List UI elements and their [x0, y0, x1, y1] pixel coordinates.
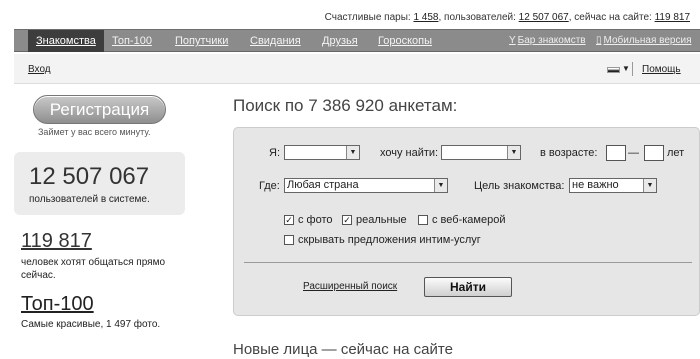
register-button[interactable]: Регистрация [33, 95, 166, 124]
age-to-input[interactable] [644, 145, 664, 161]
photo-checkbox[interactable]: ✓ [284, 215, 294, 225]
nav-item-friends[interactable]: Друзья [322, 35, 358, 47]
i-label: Я: [269, 147, 280, 159]
login-link[interactable]: Вход [28, 64, 51, 75]
goal-label: Цель знакомства: [474, 180, 565, 192]
goal-select-value: не важно [572, 179, 619, 191]
photo-label: с фото [298, 214, 333, 226]
age-label: в возрасте: [540, 147, 598, 159]
online-now-count[interactable]: 119 817 [21, 230, 92, 253]
online-count[interactable]: 119 817 [655, 12, 690, 23]
webcam-label: с веб-камерой [432, 214, 506, 226]
search-panel: Я: ▼ хочу найти: ▼ в возрасте: — лет Где… [233, 127, 700, 316]
nav-item-travel[interactable]: Попутчики [175, 35, 228, 47]
search-title: Поиск по 7 386 920 анкетам: [233, 96, 458, 115]
chevron-down-icon: ▼ [346, 146, 359, 159]
mobile-icon: ▯ [596, 35, 602, 46]
users-total: 12 507 067 [29, 163, 150, 190]
site-stats: Счастливые пары: 1 458, пользователей: 1… [325, 12, 690, 23]
goal-select[interactable]: не важно ▼ [569, 178, 657, 193]
nav-mobile-label: Мобильная версия [603, 35, 692, 46]
hide-intim-checkbox[interactable] [284, 235, 294, 245]
register-hint: Займет у вас всего минуту. [38, 127, 151, 137]
flag-icon[interactable] [607, 67, 620, 73]
users-count[interactable]: 12 507 067 [519, 12, 569, 23]
users-label: , пользователей: [438, 12, 516, 23]
age-from-input[interactable] [606, 145, 626, 161]
want-select[interactable]: ▼ [441, 145, 521, 160]
chevron-down-icon: ▼ [507, 146, 520, 159]
panel-divider [244, 262, 692, 263]
bar-icon: Y [509, 35, 516, 46]
real-checkbox[interactable]: ✓ [342, 215, 352, 225]
age-dash: — [628, 147, 639, 159]
online-label: , сейчас на сайте: [568, 12, 652, 23]
new-faces-heading: Новые лица — сейчас на сайте [233, 341, 453, 358]
hide-intim-label: скрывать предложения интим-услуг [298, 234, 481, 246]
where-select[interactable]: Любая страна ▼ [284, 178, 448, 193]
webcam-checkbox[interactable] [418, 215, 428, 225]
nav-item-horoscopes[interactable]: Гороскопы [378, 35, 432, 47]
chevron-down-icon: ▼ [643, 179, 656, 192]
real-label: реальные [356, 214, 407, 226]
users-stat-box: 12 507 067 пользователей в системе. [14, 152, 185, 215]
couples-label: Счастливые пары: [324, 12, 411, 23]
advanced-search-link[interactable]: Расширенный поиск [303, 281, 397, 292]
chevron-down-icon[interactable]: ▼ [622, 64, 630, 73]
top100-caption: Самые красивые, 1 497 фото. [21, 319, 161, 330]
couples-count[interactable]: 1 458 [413, 12, 438, 23]
nav-item-dates[interactable]: Свидания [250, 35, 301, 47]
i-select[interactable]: ▼ [284, 145, 360, 160]
where-select-value: Любая страна [287, 179, 359, 191]
nav-dating-bar-label: Бар знакомств [517, 35, 586, 46]
nav-item-top100[interactable]: Топ-100 [112, 35, 152, 47]
chevron-down-icon: ▼ [434, 179, 447, 192]
main-nav: Знакомства Топ-100 Попутчики Свидания Др… [14, 29, 700, 52]
nav-dating-bar[interactable]: Y Бар знакомств [509, 35, 586, 46]
where-label: Где: [259, 180, 280, 192]
nav-item-dating[interactable]: Знакомства [28, 30, 104, 52]
find-button[interactable]: Найти [424, 277, 512, 297]
nav-mobile[interactable]: ▯ Мобильная версия [596, 35, 691, 46]
help-link[interactable]: Помощь [642, 64, 681, 75]
sub-bar: Вход ▼ Помощь [14, 54, 700, 84]
divider [632, 62, 633, 76]
age-unit: лет [667, 147, 685, 159]
top100-link[interactable]: Топ-100 [21, 293, 94, 316]
users-total-caption: пользователей в системе. [29, 194, 150, 205]
want-label: хочу найти: [380, 147, 439, 159]
online-now-caption: человек хотят общаться прямо сейчас. [21, 257, 166, 281]
